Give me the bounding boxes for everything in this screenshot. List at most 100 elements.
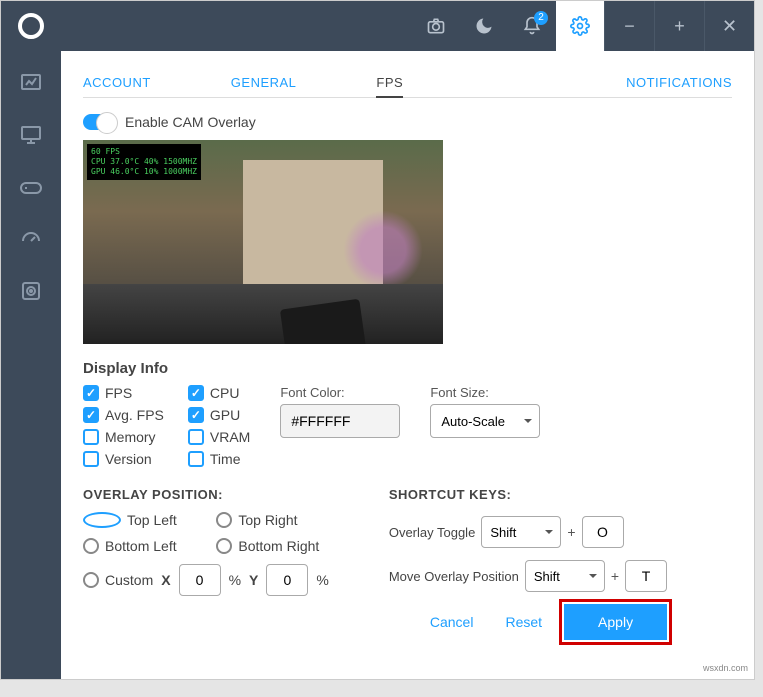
app-window: 2 − + ✕ ACCOUNT GENERAL FPS NO	[0, 0, 755, 680]
overlay-toggle-label: Overlay Toggle	[389, 525, 475, 540]
preview-scene-graffiti	[343, 210, 423, 290]
display-info-checks: FPS CPU Avg. FPS GPU Memory VRAM Version…	[83, 385, 250, 467]
moon-icon	[474, 16, 494, 36]
toggle-key-input[interactable]	[582, 516, 624, 548]
radio-icon	[216, 512, 232, 528]
app-logo-icon	[18, 13, 44, 39]
radio-label: Top Left	[127, 512, 177, 528]
app-logo-area	[1, 1, 61, 51]
camera-button[interactable]	[412, 1, 460, 51]
font-size-select[interactable]	[430, 404, 540, 438]
shortcut-heading: SHORTCUT KEYS:	[389, 487, 667, 502]
checkbox-icon	[83, 429, 99, 445]
settings-button[interactable]	[556, 1, 604, 51]
check-label: GPU	[210, 407, 240, 423]
radio-custom[interactable]: Custom	[83, 572, 153, 588]
notifications-button[interactable]: 2	[508, 1, 556, 51]
radio-top-right[interactable]: Top Right	[216, 512, 328, 528]
check-cpu[interactable]: CPU	[188, 385, 250, 401]
check-avg-fps[interactable]: Avg. FPS	[83, 407, 164, 423]
checkbox-icon	[83, 385, 99, 401]
tab-account[interactable]: ACCOUNT	[83, 69, 151, 97]
x-label: X	[161, 572, 170, 588]
font-color-label: Font Color:	[280, 385, 400, 400]
move-key-input[interactable]	[625, 560, 667, 592]
pct-label: %	[229, 572, 241, 588]
check-time[interactable]: Time	[188, 451, 250, 467]
check-label: VRAM	[210, 429, 250, 445]
check-label: Memory	[105, 429, 156, 445]
toggle-modifier-select[interactable]	[481, 516, 561, 548]
notifications-badge: 2	[534, 11, 548, 25]
preview-scene-ground	[83, 284, 443, 344]
radio-top-left[interactable]: Top Left	[83, 512, 186, 528]
checkbox-icon	[188, 451, 204, 467]
radio-label: Bottom Right	[238, 538, 319, 554]
check-label: Avg. FPS	[105, 407, 164, 423]
check-vram[interactable]: VRAM	[188, 429, 250, 445]
check-memory[interactable]: Memory	[83, 429, 164, 445]
check-label: FPS	[105, 385, 132, 401]
radio-label: Top Right	[238, 512, 297, 528]
apply-button[interactable]: Apply	[564, 604, 667, 640]
font-size-select-wrap	[430, 404, 540, 438]
radio-icon	[83, 538, 99, 554]
custom-position-row: Custom X % Y %	[83, 564, 329, 596]
custom-x-input[interactable]	[179, 564, 221, 596]
radio-icon	[83, 572, 99, 588]
reset-button[interactable]: Reset	[495, 606, 552, 638]
shortcut-move-row: Move Overlay Position +	[389, 560, 667, 592]
enable-overlay-toggle[interactable]	[83, 114, 117, 130]
check-version[interactable]: Version	[83, 451, 164, 467]
night-mode-button[interactable]	[460, 1, 508, 51]
window-controls: − + ✕	[604, 1, 754, 51]
dashboard-icon[interactable]	[19, 71, 43, 95]
radio-bottom-right[interactable]: Bottom Right	[216, 538, 328, 554]
shortcut-section: SHORTCUT KEYS: Overlay Toggle + Move Ove…	[389, 487, 667, 640]
maximize-button[interactable]: +	[654, 1, 704, 51]
monitor-icon[interactable]	[19, 123, 43, 147]
gamepad-icon[interactable]	[19, 175, 43, 199]
pct-label: %	[316, 572, 328, 588]
enable-overlay-row: Enable CAM Overlay	[83, 114, 732, 130]
custom-y-input[interactable]	[266, 564, 308, 596]
body-area: ACCOUNT GENERAL FPS NOTIFICATIONS Enable…	[1, 51, 754, 679]
titlebar: 2 − + ✕	[1, 1, 754, 51]
checkbox-icon	[188, 385, 204, 401]
move-modifier-select[interactable]	[525, 560, 605, 592]
check-fps[interactable]: FPS	[83, 385, 164, 401]
tab-general[interactable]: GENERAL	[231, 69, 297, 97]
content-area: ACCOUNT GENERAL FPS NOTIFICATIONS Enable…	[61, 51, 754, 679]
toggle-mod-wrap	[481, 516, 561, 548]
action-buttons: Cancel Reset Apply	[389, 604, 667, 640]
lower-row: OVERLAY POSITION: Top Left Top Right Bot…	[83, 487, 732, 640]
cancel-button[interactable]: Cancel	[420, 606, 484, 638]
gauge-icon[interactable]	[19, 227, 43, 251]
overlay-position-section: OVERLAY POSITION: Top Left Top Right Bot…	[83, 487, 329, 640]
check-label: Version	[105, 451, 152, 467]
radio-label: Custom	[105, 572, 153, 588]
shortcut-toggle-row: Overlay Toggle +	[389, 516, 667, 548]
overlay-position-heading: OVERLAY POSITION:	[83, 487, 329, 502]
font-size-group: Font Size:	[430, 385, 540, 467]
tab-fps[interactable]: FPS	[376, 69, 403, 98]
tab-notifications[interactable]: NOTIFICATIONS	[626, 69, 732, 97]
radio-icon	[216, 538, 232, 554]
move-mod-wrap	[525, 560, 605, 592]
radio-bottom-left[interactable]: Bottom Left	[83, 538, 186, 554]
sidebar	[1, 51, 61, 679]
checkbox-icon	[83, 451, 99, 467]
plus-label: +	[567, 524, 575, 540]
gear-icon	[570, 16, 590, 36]
overlay-position-radios: Top Left Top Right Bottom Left Bottom Ri…	[83, 512, 329, 554]
close-button[interactable]: ✕	[704, 1, 754, 51]
font-color-input[interactable]	[280, 404, 400, 438]
minimize-button[interactable]: −	[604, 1, 654, 51]
camera-icon	[426, 16, 446, 36]
overlay-preview: 60 FPS CPU 37.0°C 40% 1500MHZ GPU 46.0°C…	[83, 140, 443, 344]
check-gpu[interactable]: GPU	[188, 407, 250, 423]
checkbox-icon	[188, 429, 204, 445]
storage-icon[interactable]	[19, 279, 43, 303]
enable-overlay-label: Enable CAM Overlay	[125, 114, 256, 130]
font-size-label: Font Size:	[430, 385, 540, 400]
